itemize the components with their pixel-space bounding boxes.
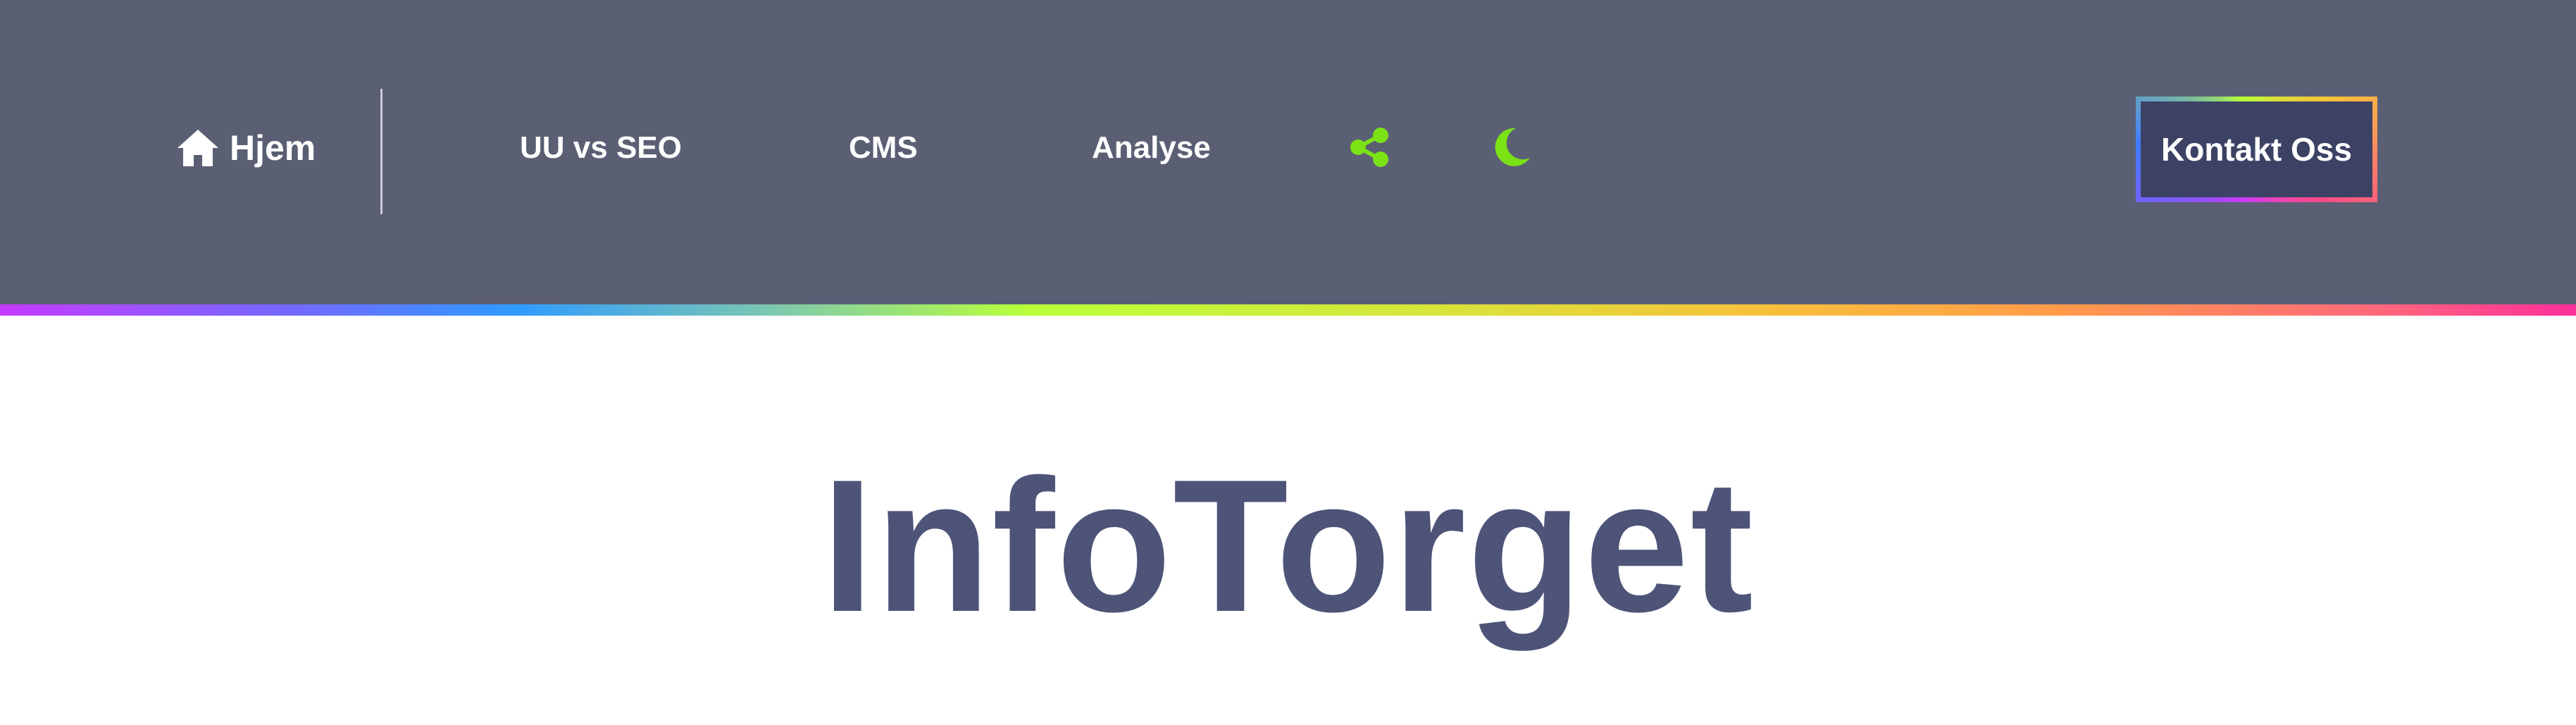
moon-icon bbox=[1492, 125, 1531, 168]
contact-button[interactable]: Kontakt Oss bbox=[2136, 97, 2377, 202]
site-header: Hjem UU vs SEO CMS Analyse Kontakt Oss bbox=[0, 0, 2576, 304]
page-title: InfoTorget bbox=[821, 440, 1755, 651]
home-icon bbox=[176, 128, 220, 168]
rainbow-divider bbox=[0, 304, 2576, 316]
nav-home-link[interactable]: Hjem bbox=[176, 128, 316, 168]
nav-home-label: Hjem bbox=[230, 128, 316, 168]
nav-item-label: Analyse bbox=[1092, 130, 1211, 165]
share-button[interactable] bbox=[1350, 127, 1390, 168]
nav-item-cms[interactable]: CMS bbox=[849, 132, 918, 163]
share-icon bbox=[1350, 127, 1390, 168]
contact-button-label: Kontakt Oss bbox=[2141, 101, 2372, 197]
nav-item-label: UU vs SEO bbox=[520, 130, 682, 165]
nav-item-analyse[interactable]: Analyse bbox=[1092, 132, 1211, 163]
nav-divider bbox=[380, 89, 382, 214]
nav-item-uu-vs-seo[interactable]: UU vs SEO bbox=[520, 132, 682, 163]
theme-toggle-button[interactable] bbox=[1492, 125, 1531, 168]
nav-item-label: CMS bbox=[849, 130, 918, 165]
